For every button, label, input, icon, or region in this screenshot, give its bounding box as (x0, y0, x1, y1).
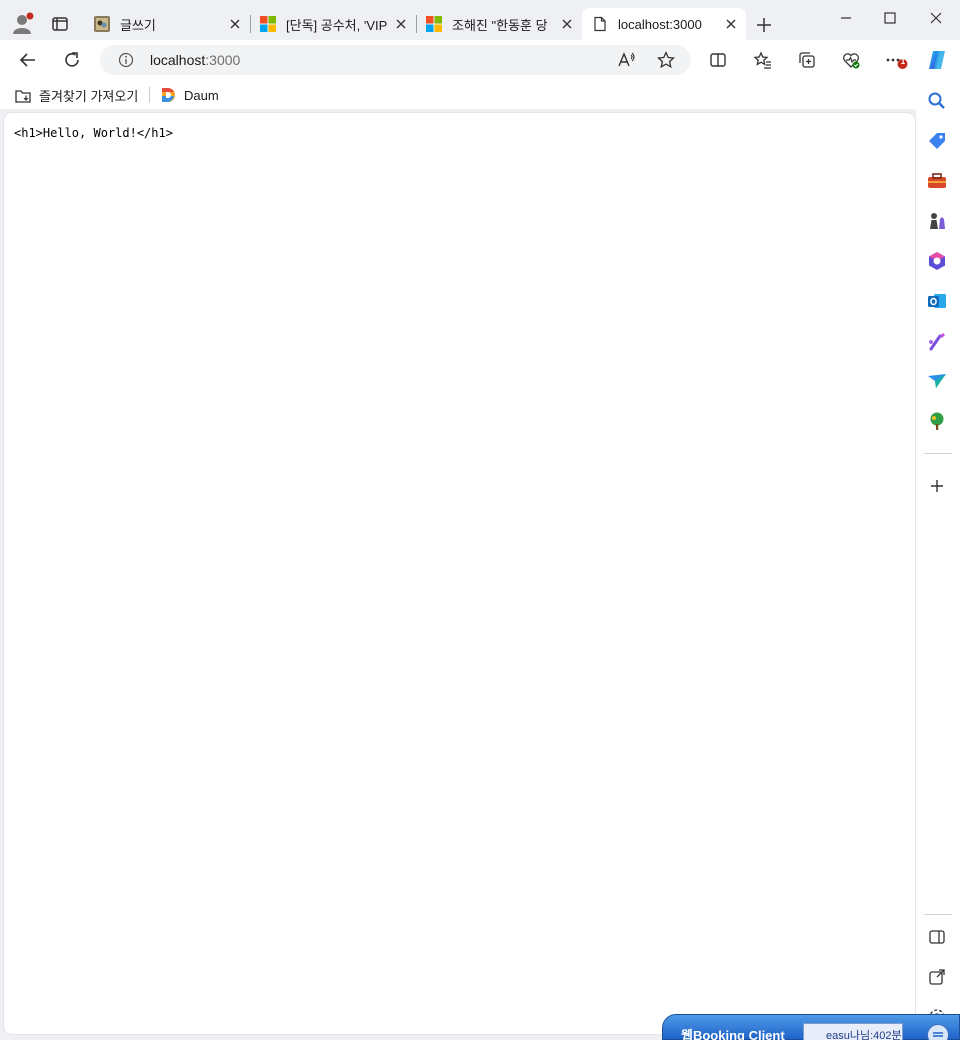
hide-sidebar-icon[interactable] (926, 926, 948, 948)
drop-send-icon[interactable] (926, 370, 948, 392)
webbooking-menu-button[interactable] (927, 1024, 949, 1040)
games-chess-icon[interactable] (926, 210, 948, 232)
open-external-icon[interactable] (926, 966, 948, 988)
shopping-tag-icon[interactable] (926, 130, 948, 152)
add-favorite-star-icon[interactable] (656, 50, 676, 70)
tab-title: 조해진 "한동훈 당 (452, 17, 548, 33)
favorites-icon[interactable] (753, 50, 773, 70)
msn-icon (426, 16, 442, 32)
tab-title: 글쓰기 (120, 17, 156, 33)
page-content: <h1>Hello, World!</h1> (4, 113, 915, 1034)
page-icon (592, 16, 608, 32)
outlook-icon[interactable] (926, 290, 948, 312)
favorites-bar: 즐겨찾기 가져오기 Daum (0, 81, 916, 109)
tab-news-1[interactable]: [단독] 공수처, 'VIP (250, 8, 416, 40)
tab-blog-write[interactable]: 글쓰기 (84, 8, 250, 40)
daum-favorite-link[interactable]: Daum (159, 86, 219, 104)
close-window-icon[interactable] (926, 8, 946, 28)
split-screen-icon[interactable] (708, 50, 728, 70)
close-tab-icon[interactable] (226, 15, 244, 33)
msn-icon (260, 16, 276, 32)
new-tab-icon[interactable] (754, 15, 774, 35)
designer-icon[interactable] (926, 330, 948, 352)
refresh-icon[interactable] (62, 50, 82, 70)
webbooking-client-bar[interactable]: 웹Booking Client easu나님:402분 (662, 1014, 960, 1040)
maximize-icon[interactable] (880, 8, 900, 28)
collections-icon[interactable] (797, 50, 817, 70)
daum-icon (159, 86, 177, 104)
favorite-label: 즐겨찾기 가져오기 (39, 89, 139, 104)
browser-essentials-icon[interactable] (841, 50, 861, 70)
site-info-icon[interactable] (118, 52, 134, 68)
sidebar-separator (924, 914, 952, 915)
favorite-label: Daum (184, 87, 219, 103)
tree-icon[interactable] (926, 410, 948, 432)
profile-avatar-icon[interactable] (10, 10, 36, 36)
toolbar: localhost:3000 1 (0, 40, 960, 81)
notification-badge: 1 (900, 57, 906, 66)
blog-icon (94, 16, 110, 32)
tab-title: localhost:3000 (618, 16, 702, 32)
close-tab-icon[interactable] (392, 15, 410, 33)
back-icon[interactable] (18, 50, 38, 70)
url-port: :3000 (205, 52, 241, 68)
microsoft-365-icon[interactable] (926, 250, 948, 272)
sidebar-separator (924, 453, 952, 454)
copilot-icon[interactable] (925, 48, 949, 72)
minimize-icon[interactable] (836, 8, 856, 28)
url-text: localhost:3000 (150, 52, 240, 68)
url-host: localhost (150, 52, 206, 68)
import-favorites-link[interactable]: 즐겨찾기 가져오기 (14, 86, 138, 105)
import-favorites-icon (14, 87, 32, 105)
tools-toolbox-icon[interactable] (926, 170, 948, 192)
title-bar: 글쓰기 [단독] 공수처, 'VIP 조해진 "한동훈 당 localhost:… (0, 0, 960, 40)
tab-actions-icon[interactable] (50, 14, 70, 34)
address-bar[interactable]: localhost:3000 (100, 45, 691, 75)
close-tab-icon[interactable] (722, 15, 740, 33)
add-sidebar-app-icon[interactable] (926, 475, 948, 497)
favorites-separator (149, 87, 150, 103)
close-tab-icon[interactable] (558, 15, 576, 33)
read-aloud-icon[interactable] (616, 50, 636, 70)
tab-localhost[interactable]: localhost:3000 (582, 8, 746, 40)
tab-title: [단독] 공수처, 'VIP (286, 17, 388, 33)
page-source-text: <h1>Hello, World!</h1> (14, 126, 173, 140)
more-options-icon[interactable]: 1 (885, 50, 908, 70)
webbooking-title: 웹Booking Client (681, 1028, 785, 1040)
right-sidebar (916, 81, 960, 1040)
tab-news-2[interactable]: 조해진 "한동훈 당 (416, 8, 582, 40)
search-icon[interactable] (926, 90, 948, 112)
webbooking-user-field[interactable]: easu나님:402분 (803, 1023, 903, 1040)
